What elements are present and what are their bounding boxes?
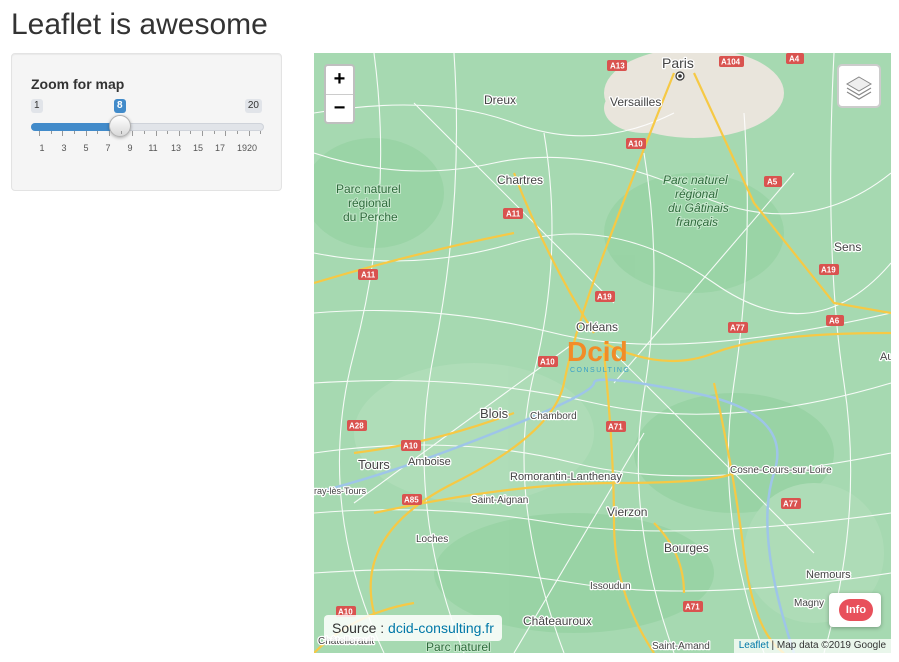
map-tiles[interactable]: A13 A104 A4 A10 A5 A11 A11 A19 A19 A6 A7… [314, 53, 891, 653]
city-tours: Tours [358, 457, 390, 472]
svg-text:A85: A85 [404, 496, 419, 505]
slider-tick [156, 131, 157, 136]
slider-tick [132, 131, 133, 136]
slider-tick-label: 17 [214, 143, 226, 153]
city-blois: Blois [480, 406, 509, 421]
slider-tick [74, 131, 75, 134]
city-saint-aignan: Saint-Aignan [471, 495, 528, 506]
svg-text:A10: A10 [540, 358, 555, 367]
svg-text:A19: A19 [821, 266, 836, 275]
slider-tick [39, 131, 40, 136]
park-brenne: Parc naturel [426, 640, 491, 653]
city-bourges: Bourges [664, 541, 709, 555]
svg-text:A71: A71 [608, 423, 623, 432]
city-chartres: Chartres [497, 173, 543, 187]
source-label: Source : [332, 620, 389, 636]
city-versailles: Versailles [610, 95, 661, 109]
slider-tick-label: 7 [105, 143, 111, 153]
slider-tick [190, 131, 191, 134]
city-cosne: Cosne-Cours-sur-Loire [730, 465, 832, 476]
city-dreux: Dreux [484, 93, 516, 107]
slider-max-badge: 20 [244, 99, 262, 113]
logo-subtext: CONSULTING [570, 367, 630, 374]
city-nemours: Nemours [806, 569, 851, 581]
slider-tick-label: 1920 [236, 143, 258, 153]
slider-tick-label: 3 [61, 143, 67, 153]
svg-text:A11: A11 [361, 271, 376, 280]
svg-text:A10: A10 [628, 140, 643, 149]
city-issoudun: Issoudun [590, 581, 631, 592]
slider-fill [31, 123, 120, 131]
dcid-logo: Dcid CONSULTING [567, 336, 630, 374]
page-title: Leaflet is awesome [11, 8, 268, 41]
city-loches: Loches [416, 534, 448, 545]
slider-tick [260, 131, 261, 134]
attribution-text: | Map data ©2019 Google [768, 640, 887, 651]
info-button[interactable]: Info [839, 599, 873, 621]
slider-tick [202, 131, 203, 136]
slider-tick [121, 131, 122, 134]
map-attribution: Leaflet | Map data ©2019 Google [733, 639, 891, 653]
svg-text:A13: A13 [610, 62, 625, 71]
svg-text:A77: A77 [783, 500, 798, 509]
source-control: Source : dcid-consulting.fr [324, 615, 502, 641]
svg-text:A5: A5 [767, 178, 778, 187]
slider-tick-label: 1 [39, 143, 45, 153]
zoom-in-button[interactable]: + [326, 66, 353, 95]
city-magny: Magny [794, 598, 824, 609]
layers-icon [846, 76, 872, 100]
svg-text:A6: A6 [829, 317, 840, 326]
slider-tick-label: 15 [192, 143, 204, 153]
svg-text:A4: A4 [789, 55, 800, 64]
city-sens: Sens [834, 240, 861, 254]
zoom-out-button[interactable]: − [326, 95, 353, 123]
slider-tick [62, 131, 63, 136]
source-link[interactable]: dcid-consulting.fr [388, 620, 494, 636]
slider-tick [51, 131, 52, 134]
map-container[interactable]: A13 A104 A4 A10 A5 A11 A11 A19 A19 A6 A7… [314, 53, 891, 653]
city-chambord: Chambord [530, 411, 577, 422]
city-vierzon: Vierzon [607, 505, 647, 519]
city-au: Au [880, 351, 891, 363]
city-paris: Paris [662, 55, 694, 71]
slider-tick [97, 131, 98, 134]
svg-text:A10: A10 [403, 442, 418, 451]
slider-tick [109, 131, 110, 136]
logo-text: Dcid [567, 336, 628, 367]
slider-value-badge: 8 [114, 99, 126, 113]
slider-min-badge: 1 [31, 99, 43, 113]
slider-tick [214, 131, 215, 134]
svg-text:A77: A77 [730, 324, 745, 333]
city-orleans: Orléans [576, 320, 618, 334]
info-control: Info [829, 593, 881, 627]
city-joue: ray-lès-Tours [314, 486, 367, 496]
svg-text:A28: A28 [349, 422, 364, 431]
slider-tick [249, 131, 250, 136]
svg-text:A19: A19 [597, 293, 612, 302]
slider-tick [225, 131, 226, 136]
city-saint-amand: Saint-Amand [652, 641, 710, 652]
slider-tick [179, 131, 180, 136]
slider-tick-label: 11 [148, 143, 158, 153]
svg-text:A71: A71 [685, 603, 700, 612]
svg-text:A104: A104 [721, 58, 741, 67]
zoom-control: + − [324, 64, 355, 124]
city-amboise: Amboise [408, 456, 451, 468]
slider-tick-labels: 1 3 5 7 9 11 13 15 17 1920 [31, 143, 264, 155]
slider-tick [86, 131, 87, 136]
slider-label: Zoom for map [31, 76, 125, 92]
slider-tick-label: 5 [83, 143, 89, 153]
slider-tick-label: 13 [170, 143, 182, 153]
slider-tick [237, 131, 238, 134]
leaflet-link[interactable]: Leaflet [739, 640, 769, 651]
layers-button[interactable] [837, 64, 881, 108]
city-chateauroux: Châteauroux [523, 614, 592, 628]
sidebar-panel: Zoom for map 1 20 8 1 3 5 7 9 11 13 15 17 1920 [11, 53, 282, 191]
svg-text:A11: A11 [506, 210, 521, 219]
city-romorantin: Romorantin-Lanthenay [510, 471, 622, 483]
slider-tick-label: 9 [127, 143, 133, 153]
slider-tick [144, 131, 145, 134]
slider-tick [167, 131, 168, 134]
